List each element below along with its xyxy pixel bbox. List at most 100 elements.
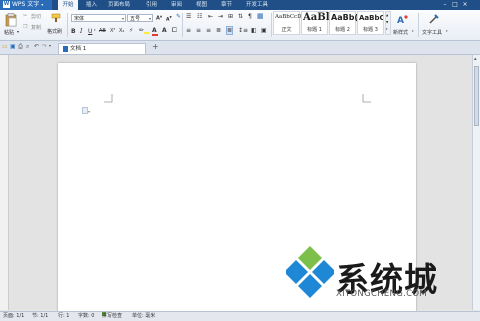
divider [67, 13, 68, 37]
line-spacing-icon[interactable]: ↕≡ [238, 27, 248, 34]
maximize-icon[interactable]: □ [450, 0, 460, 10]
char-border-icon[interactable]: ⧠ [172, 27, 177, 35]
chevron-down-icon[interactable]: ▾ [49, 43, 51, 48]
style-normal[interactable]: AaBbCcDd 正文 [273, 11, 305, 35]
tab-page-layout[interactable]: 页面布局 [108, 0, 130, 10]
tab-view[interactable]: 视图 [196, 0, 207, 10]
chevron-up-icon[interactable]: ▴ [474, 56, 477, 62]
window-controls: – □ × [440, 0, 480, 10]
print-icon[interactable]: ⎙ [18, 43, 23, 51]
show-marks-icon[interactable]: ¶ [248, 13, 252, 20]
redo-icon[interactable]: ↷ [42, 43, 47, 50]
tab-document-1[interactable]: 文档 1 [58, 43, 146, 54]
app-name: WPS 文字 [12, 1, 40, 8]
chevron-down-icon: ▾ [148, 16, 151, 21]
decrease-indent-icon[interactable]: ⇤ [208, 13, 213, 20]
distribute-icon[interactable]: ≣ [226, 26, 234, 35]
styles-gallery-scroll[interactable]: ▲ ▼ ▾ [385, 11, 391, 35]
align-right-icon[interactable]: ≡ [206, 27, 211, 34]
vertical-ruler [0, 55, 9, 310]
tab-references[interactable]: 引用 [146, 0, 157, 10]
format-painter-label[interactable]: 格式刷 [47, 28, 62, 35]
app-logo-icon: W [3, 1, 10, 8]
style-label: 标题 2 [335, 27, 350, 33]
chevron-down-icon: ▾ [121, 16, 124, 21]
minimize-icon[interactable]: – [440, 0, 450, 10]
document-icon [63, 46, 68, 52]
increase-indent-icon[interactable]: ⇥ [218, 13, 223, 20]
italic-icon[interactable]: I [80, 28, 82, 35]
shading-icon[interactable]: ◧ [251, 27, 257, 34]
copy-label[interactable]: 复制 [31, 24, 41, 31]
style-heading-1[interactable]: AaBl 标题 1 [301, 11, 330, 35]
text-tools-icon[interactable] [428, 13, 440, 25]
divider [182, 13, 183, 37]
highlight-icon[interactable]: ✏ [139, 27, 150, 34]
align-left-icon[interactable]: ≡ [186, 27, 191, 34]
copy-icon[interactable]: ❐ [23, 24, 27, 30]
bullet-list-icon[interactable]: ☰ [186, 13, 191, 20]
margin-corner-top-right [362, 94, 371, 103]
chevron-down-icon[interactable]: ▾ [412, 29, 414, 33]
style-heading-2[interactable]: AaBb( 标题 2 [329, 11, 358, 35]
tab-insert[interactable]: 插入 [86, 0, 97, 10]
underline-icon[interactable]: U [88, 28, 92, 35]
style-sample: AaBl [303, 12, 330, 23]
paste-icon[interactable] [5, 13, 17, 27]
svg-text:A: A [397, 16, 404, 24]
new-style-label[interactable]: 新样式 [393, 29, 408, 36]
chevron-up-icon: ▲ [386, 13, 389, 17]
chevron-down-icon: ▼ [386, 20, 389, 24]
cut-label[interactable]: 剪切 [31, 13, 41, 20]
font-color-icon[interactable]: A [152, 27, 158, 36]
chevron-down-icon[interactable]: ▾ [94, 28, 96, 32]
svg-text:▾: ▾ [88, 109, 90, 114]
text-tools-label[interactable]: 文字工具 [422, 29, 442, 36]
tab-review[interactable]: 审阅 [171, 0, 182, 10]
chevron-down-icon[interactable]: ▾ [446, 29, 448, 33]
table-tool-icon[interactable]: ▦ [257, 12, 264, 20]
style-label: 标题 3 [363, 27, 378, 33]
bold-icon[interactable]: B [71, 28, 76, 35]
new-tab-button[interactable]: + [152, 43, 159, 51]
scroll-thumb[interactable] [474, 66, 479, 126]
subscript-icon[interactable]: X₂ [119, 28, 124, 34]
font-size-value: 五号 [130, 16, 141, 22]
text-effect-icon[interactable]: ⚡ [129, 27, 133, 34]
new-style-icon[interactable]: A [396, 14, 408, 24]
tab-home[interactable]: 开始 [58, 0, 78, 10]
clear-format-icon[interactable]: ✎ [176, 13, 181, 20]
numbered-list-icon[interactable]: ☷ [197, 13, 202, 20]
format-painter-icon[interactable] [51, 13, 61, 23]
cut-icon[interactable]: ✂ [23, 13, 27, 19]
paste-options-icon[interactable]: ▾ [82, 107, 91, 114]
vertical-scrollbar[interactable]: ▴ [472, 55, 480, 310]
chinese-layout-icon[interactable]: ⊞ [228, 13, 233, 20]
font-name-select[interactable]: 宋体 ▾ [71, 14, 126, 22]
shrink-font-icon[interactable]: A▼ [166, 15, 172, 23]
strikethrough-icon[interactable]: AB [99, 28, 106, 34]
char-shading-icon[interactable]: A [162, 27, 167, 34]
style-heading-3[interactable]: AaBbC 标题 3 [357, 11, 384, 35]
chevron-down-icon[interactable]: ▾ [17, 29, 19, 34]
sort-icon[interactable]: ⇅ [238, 13, 243, 20]
print-preview-icon[interactable]: ⌕ [26, 43, 29, 51]
app-menu-button[interactable]: W WPS 文字 ▾ [0, 0, 52, 10]
border-icon[interactable]: ▣ [261, 27, 267, 34]
justify-icon[interactable]: ≣ [216, 27, 221, 34]
align-center-icon[interactable]: ≡ [196, 27, 201, 34]
tab-sections[interactable]: 章节 [221, 0, 232, 10]
close-icon[interactable]: × [460, 0, 470, 10]
chevron-down-icon: ▾ [41, 2, 44, 7]
grow-font-icon[interactable]: A▲ [156, 14, 162, 22]
open-folder-icon[interactable]: ▭ [2, 43, 8, 50]
font-size-select[interactable]: 五号 ▾ [127, 14, 153, 22]
tab-developer[interactable]: 开发工具 [246, 0, 268, 10]
document-tab-title: 文档 1 [70, 46, 87, 52]
font-name-value: 宋体 [74, 16, 85, 22]
ribbon-toolbar: 粘贴 ▾ ✂ 剪切 ❐ 复制 格式刷 宋体 ▾ 五号 ▾ A▲ A▼ ✎ B I U… [0, 10, 480, 41]
superscript-icon[interactable]: X² [110, 28, 115, 34]
paste-label[interactable]: 粘贴 [4, 29, 14, 36]
undo-icon[interactable]: ↶ [34, 43, 39, 50]
save-icon[interactable]: ▣ [10, 43, 16, 50]
